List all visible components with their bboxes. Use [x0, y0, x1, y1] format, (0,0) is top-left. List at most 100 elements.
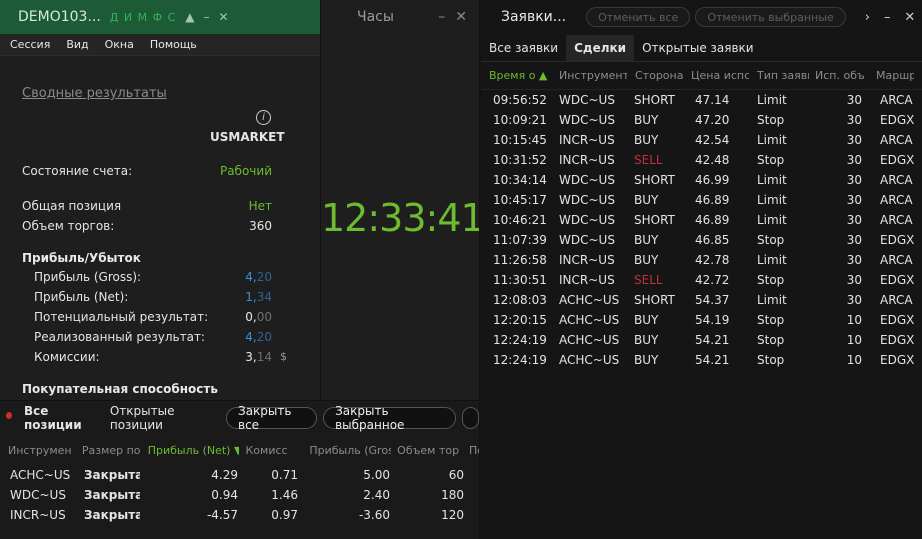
- net-profit-dec: 34: [256, 290, 272, 304]
- menu-bar: Сессия Вид Окна Помощь: [0, 34, 320, 56]
- order-type-cell: Stop: [757, 333, 785, 347]
- col-route[interactable]: Маршр: [864, 69, 914, 82]
- position-gross-profit-cell: -3.60: [358, 508, 390, 522]
- table-row[interactable]: 11:26:58 INCR~US BUY 42.78 Limit 30 ARCA: [481, 250, 922, 270]
- order-route-cell: ARCA: [880, 133, 913, 147]
- col-pos-commission[interactable]: Комисс: [239, 444, 303, 457]
- table-row[interactable]: 10:45:17 WDC~US BUY 46.89 Limit 30 ARCA: [481, 190, 922, 210]
- realized-result-dec: 20: [256, 330, 272, 344]
- order-type-cell: Stop: [757, 313, 785, 327]
- order-route-cell: EDGX: [880, 273, 914, 287]
- order-type-cell: Limit: [757, 213, 787, 227]
- window-menu-icon[interactable]: –: [203, 10, 209, 24]
- tab-open-positions[interactable]: Открытые позиции: [110, 404, 214, 432]
- chevron-right-icon[interactable]: ›: [865, 10, 870, 25]
- order-instrument-cell: ACHC~US: [559, 333, 620, 347]
- order-price-cell: 47.14: [695, 93, 730, 107]
- order-qty-cell: 10: [846, 333, 862, 347]
- table-row[interactable]: 10:34:14 WDC~US SHORT 46.99 Limit 30 ARCA: [481, 170, 922, 190]
- clock-window: Часы – ✕ 12:33:41: [321, 0, 479, 400]
- close-selected-button[interactable]: Закрыть выбранное: [323, 404, 456, 432]
- order-side-cell: SELL: [634, 273, 663, 287]
- minimize-icon[interactable]: ▲: [185, 10, 194, 24]
- orders-title-bar[interactable]: Заявки... Отменить все Отменить выбранны…: [481, 0, 922, 34]
- orders-menu-icon[interactable]: –: [884, 10, 891, 25]
- commission-row: Комиссии: 3,14: [34, 350, 272, 364]
- table-row[interactable]: 12:24:19 ACHC~US BUY 54.21 Stop 10 EDGX: [481, 350, 922, 370]
- menu-view[interactable]: Вид: [66, 38, 88, 51]
- col-pos-net-profit[interactable]: Прибыль (Net) ▼: [140, 444, 240, 457]
- summary-results-link[interactable]: Сводные результаты: [22, 86, 167, 101]
- gross-profit-label: Прибыль (Gross):: [34, 270, 142, 284]
- col-filled-qty[interactable]: Исп. объе: [809, 69, 864, 82]
- order-qty-cell: 30: [846, 273, 862, 287]
- table-row[interactable]: WDC~US Закрытая 0.94 1.46 2.40 180: [0, 485, 479, 505]
- order-time-cell: 10:09:21: [493, 113, 547, 127]
- menu-session[interactable]: Сессия: [10, 38, 50, 51]
- order-route-cell: ARCA: [880, 293, 913, 307]
- col-order-type[interactable]: Тип заявк: [749, 69, 809, 82]
- clock-close-icon[interactable]: ✕: [455, 9, 467, 25]
- col-price[interactable]: Цена испс: [683, 69, 749, 82]
- order-price-cell: 46.89: [695, 213, 730, 227]
- col-pos-gross-profit[interactable]: Прибыль (Gros: [303, 444, 391, 457]
- table-row[interactable]: 10:46:21 WDC~US SHORT 46.89 Limit 30 ARCA: [481, 210, 922, 230]
- table-row[interactable]: ACHC~US Закрытая 4.29 0.71 5.00 60: [0, 465, 479, 485]
- cancel-selected-button[interactable]: Отменить выбранные: [695, 7, 846, 27]
- tab-all-positions[interactable]: Все позиции: [24, 404, 98, 432]
- order-time-cell: 10:31:52: [493, 153, 547, 167]
- tab-trades[interactable]: Сделки: [566, 35, 635, 61]
- clock-menu-icon[interactable]: –: [438, 9, 445, 25]
- tab-all-orders[interactable]: Все заявки: [481, 41, 566, 61]
- order-route-cell: ARCA: [880, 173, 913, 187]
- table-row[interactable]: 12:24:19 ACHC~US BUY 54.21 Stop 10 EDGX: [481, 330, 922, 350]
- order-time-cell: 10:46:21: [493, 213, 547, 227]
- table-row[interactable]: 09:56:52 WDC~US SHORT 47.14 Limit 30 ARCA: [481, 90, 922, 110]
- col-side[interactable]: Сторона: [627, 69, 683, 82]
- realized-result-label: Реализованный результат:: [34, 330, 205, 344]
- menu-help[interactable]: Помощь: [150, 38, 197, 51]
- clock-title-bar[interactable]: Часы – ✕: [321, 0, 479, 34]
- position-size-cell: Закрытая: [84, 488, 140, 502]
- order-instrument-cell: WDC~US: [559, 113, 615, 127]
- order-side-cell: SHORT: [634, 213, 675, 227]
- table-row[interactable]: 12:20:15 ACHC~US BUY 54.19 Stop 10 EDGX: [481, 310, 922, 330]
- orders-title: Заявки...: [501, 9, 567, 25]
- order-qty-cell: 30: [846, 113, 862, 127]
- account-title-letters[interactable]: Д И М Ф С: [110, 11, 176, 24]
- menu-windows[interactable]: Окна: [105, 38, 134, 51]
- cancel-all-button[interactable]: Отменить все: [586, 7, 691, 27]
- table-row[interactable]: 10:15:45 INCR~US BUY 42.54 Limit 30 ARCA: [481, 130, 922, 150]
- more-button[interactable]: [461, 407, 479, 429]
- col-instrument[interactable]: Инструмент: [551, 69, 627, 82]
- col-pos-volume[interactable]: Объем тор: [391, 444, 463, 457]
- order-side-cell: SHORT: [634, 93, 675, 107]
- position-net-profit-cell: 4.29: [211, 468, 238, 482]
- order-side-cell: BUY: [634, 333, 659, 347]
- col-pos-size[interactable]: Размер по:: [72, 444, 140, 457]
- buying-power-title: Покупательная способность: [22, 382, 218, 396]
- pnl-section-title: Прибыль/Убыток: [22, 251, 141, 265]
- account-title-bar[interactable]: DEMO103... Д И М Ф С ▲ – ✕: [0, 0, 320, 34]
- table-row[interactable]: 10:09:21 WDC~US BUY 47.20 Stop 30 EDGX: [481, 110, 922, 130]
- order-instrument-cell: WDC~US: [559, 193, 615, 207]
- table-row[interactable]: 11:30:51 INCR~US SELL 42.72 Stop 30 EDGX: [481, 270, 922, 290]
- info-icon[interactable]: i: [256, 110, 271, 125]
- table-row[interactable]: 12:08:03 ACHC~US SHORT 54.37 Limit 30 ARCA: [481, 290, 922, 310]
- close-all-button[interactable]: Закрыть все: [226, 404, 318, 432]
- order-instrument-cell: ACHC~US: [559, 293, 620, 307]
- order-time-cell: 12:24:19: [493, 353, 547, 367]
- close-icon[interactable]: ✕: [218, 10, 228, 24]
- table-row[interactable]: 11:07:39 WDC~US BUY 46.85 Stop 30 EDGX: [481, 230, 922, 250]
- col-pos-more[interactable]: По: [463, 444, 479, 457]
- table-row[interactable]: INCR~US Закрытая -4.57 0.97 -3.60 120: [0, 505, 479, 525]
- table-row[interactable]: 10:31:52 INCR~US SELL 42.48 Stop 30 EDGX: [481, 150, 922, 170]
- realized-result-row: Реализованный результат: 4,20: [34, 330, 272, 344]
- orders-close-icon[interactable]: ✕: [904, 10, 915, 25]
- order-qty-cell: 30: [846, 133, 862, 147]
- col-pos-instrument[interactable]: Инструмен: [0, 444, 72, 457]
- tab-open-orders[interactable]: Открытые заявки: [634, 41, 762, 61]
- order-route-cell: EDGX: [880, 353, 914, 367]
- order-price-cell: 42.48: [695, 153, 730, 167]
- col-time[interactable]: Время о ▲: [481, 69, 551, 82]
